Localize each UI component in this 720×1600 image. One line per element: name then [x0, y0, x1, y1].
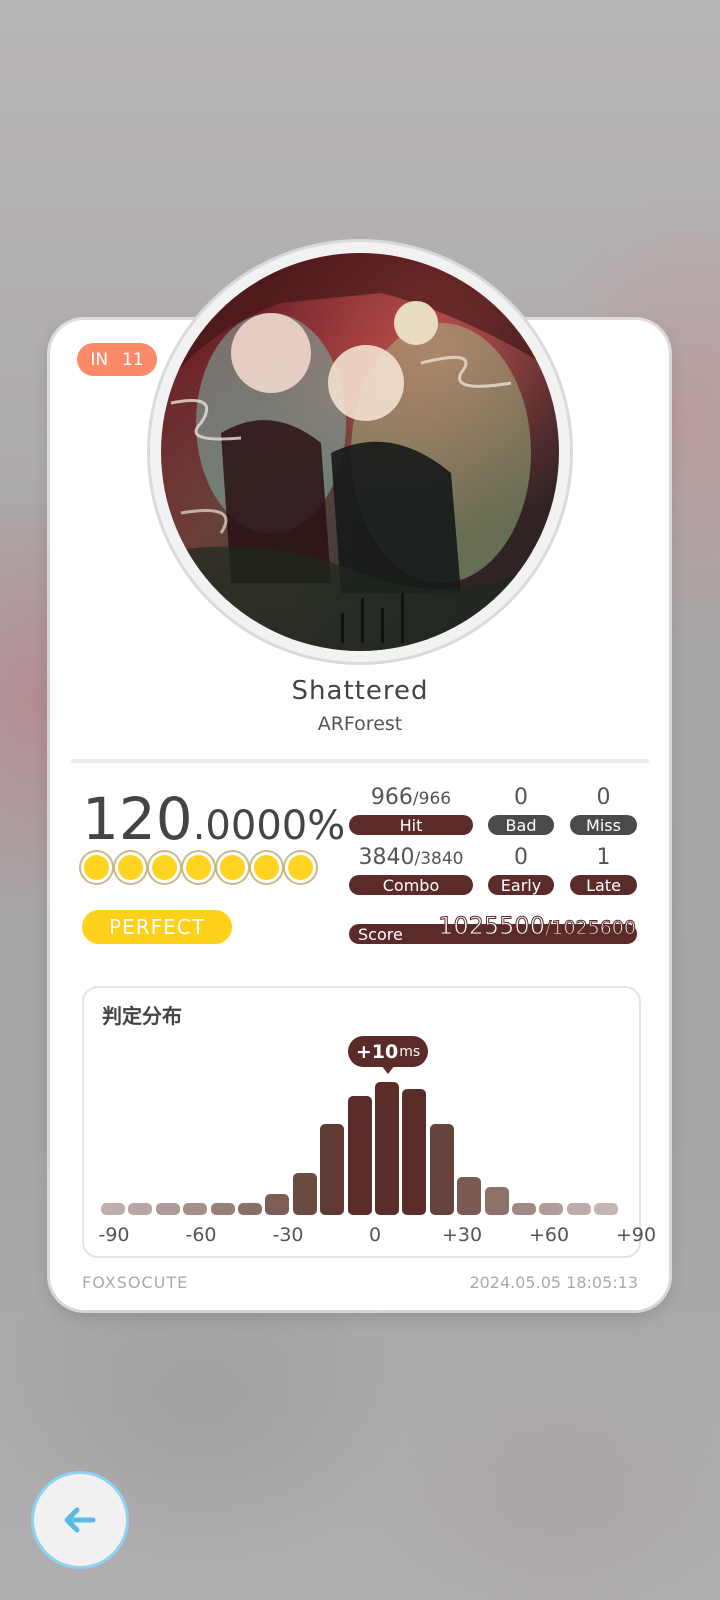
- chart-bar: [402, 1089, 427, 1215]
- combo-total: /3840: [414, 849, 464, 869]
- player-name: FOXSOCUTE: [82, 1273, 189, 1292]
- chart-bar: [484, 1187, 509, 1215]
- rank-badge: PERFECT: [82, 910, 232, 944]
- chart-bar: [429, 1124, 454, 1215]
- accuracy-decimal: .0000%: [192, 803, 346, 849]
- rating-dot: [84, 855, 109, 880]
- divider: [71, 759, 649, 763]
- chart-bar: [594, 1203, 619, 1215]
- hit-value: 966: [370, 785, 413, 810]
- difficulty-label: IN: [90, 349, 109, 370]
- combo-value: 3840: [358, 845, 415, 870]
- score-current: 1025500: [438, 912, 546, 941]
- score-max: /1025600: [544, 917, 636, 940]
- chart-bar: [155, 1203, 180, 1215]
- rating-dot: [118, 855, 143, 880]
- bad-label: Bad: [488, 815, 554, 835]
- chart-title: 判定分布: [102, 1004, 182, 1028]
- chart-bar: [347, 1096, 372, 1215]
- chart-bar: [539, 1203, 564, 1215]
- chart-bar: [292, 1173, 317, 1215]
- chart-bar: [183, 1203, 208, 1215]
- score-label: Score: [358, 925, 403, 944]
- chart-bar: [265, 1194, 290, 1215]
- rating-dot: [288, 855, 313, 880]
- offset-unit: ms: [399, 1043, 421, 1060]
- chart-tick-label: -60: [185, 1224, 217, 1246]
- chart-bar: [210, 1203, 235, 1215]
- chart-bar: [512, 1203, 536, 1215]
- play-datetime: 2024.05.05 18:05:13: [469, 1273, 638, 1292]
- early-label: Early: [488, 875, 554, 895]
- arrow-left-icon: [64, 1507, 96, 1533]
- song-artist: ARForest: [317, 713, 403, 735]
- chart-bar: [128, 1203, 153, 1215]
- hit-count: 966/966: [349, 785, 473, 810]
- chart-tick-label: +30: [441, 1224, 483, 1246]
- rating-dots: [84, 855, 313, 880]
- bad-count: 0: [514, 785, 528, 810]
- accuracy: 120.0000%: [82, 785, 345, 853]
- offset-pointer: [381, 1065, 395, 1074]
- song-title: Shattered: [291, 676, 429, 706]
- late-count: 1: [596, 845, 611, 870]
- cover-illustration: [161, 253, 559, 651]
- chart-tick-label: 0: [368, 1224, 382, 1246]
- chart-tick-label: +60: [528, 1224, 570, 1246]
- score-value: 1025500/1025600: [438, 912, 637, 941]
- hit-total: /966: [412, 789, 452, 809]
- chart-bar: [375, 1082, 399, 1215]
- combo-label: Combo: [349, 875, 473, 895]
- early-count: 0: [514, 845, 528, 870]
- combo-count: 3840/3840: [349, 845, 473, 870]
- chart-bar: [320, 1124, 345, 1215]
- chart-tick-label: -90: [98, 1224, 130, 1246]
- rating-dot: [254, 855, 279, 880]
- chart-tick-label: -30: [272, 1224, 304, 1246]
- accuracy-integer: 120: [82, 785, 193, 853]
- hit-label: Hit: [349, 815, 473, 835]
- chart-bar: [101, 1203, 125, 1215]
- rating-dot: [220, 855, 245, 880]
- offset-bubble: +10 ms: [348, 1036, 428, 1067]
- song-cover-art: [161, 253, 559, 651]
- back-button[interactable]: [34, 1474, 126, 1566]
- miss-label: Miss: [570, 815, 637, 835]
- chart-bar: [566, 1203, 591, 1215]
- level-badge: IN 11: [77, 343, 157, 376]
- rating-dot: [186, 855, 211, 880]
- chart-tick-label: +90: [615, 1224, 657, 1246]
- offset-value: +10: [355, 1040, 399, 1063]
- late-label: Late: [570, 875, 637, 895]
- level-number: 11: [122, 349, 144, 370]
- rating-dot: [152, 855, 177, 880]
- chart-bar: [238, 1203, 262, 1215]
- miss-count: 0: [596, 785, 611, 810]
- chart-bar: [457, 1176, 482, 1215]
